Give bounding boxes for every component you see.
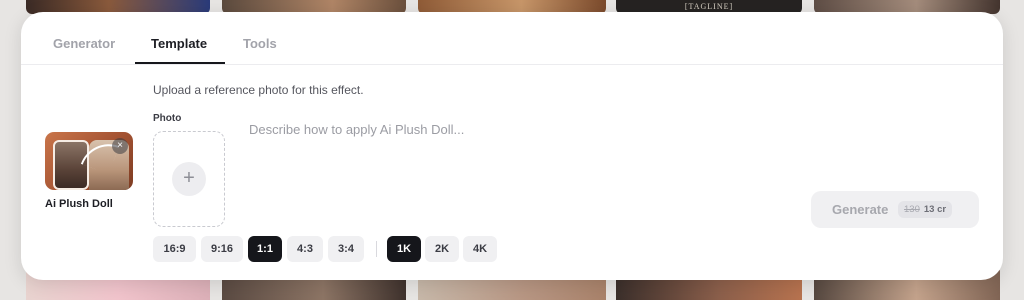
chip-divider (376, 241, 377, 257)
discounted-cost: 13 cr (923, 204, 947, 215)
generator-panel: Generator Template Tools Upload a refere… (21, 12, 1003, 280)
aspect-ratio-9-16[interactable]: 9:16 (201, 236, 243, 262)
aspect-ratio-1-1[interactable]: 1:1 (248, 236, 282, 262)
tagline-text: [TAGLINE] (684, 2, 734, 11)
active-tab-indicator (135, 62, 225, 64)
aspect-ratio-16-9[interactable]: 16:9 (153, 236, 196, 262)
generate-label: Generate (832, 202, 889, 217)
aspect-ratio-3-4[interactable]: 3:4 (328, 236, 364, 262)
tab-bar: Generator Template Tools (21, 12, 1003, 65)
original-cost: 130 (904, 204, 920, 215)
credit-cost-badge: 130 13 cr (898, 201, 953, 218)
tab-tools[interactable]: Tools (243, 36, 277, 51)
photo-label: Photo (153, 113, 182, 124)
upload-hint: Upload a reference photo for this effect… (153, 83, 364, 97)
photo-upload-dropzone[interactable]: + (153, 131, 225, 227)
close-icon[interactable]: × (112, 138, 128, 154)
resolution-2k[interactable]: 2K (425, 236, 459, 262)
prompt-input[interactable] (249, 122, 809, 182)
aspect-ratio-4-3[interactable]: 4:3 (287, 236, 323, 262)
tab-generator[interactable]: Generator (53, 36, 115, 51)
tab-template[interactable]: Template (151, 36, 207, 51)
template-name: Ai Plush Doll (45, 198, 113, 210)
resolution-1k[interactable]: 1K (387, 236, 421, 262)
generate-button[interactable]: Generate 130 13 cr (811, 191, 979, 228)
plus-icon[interactable]: + (172, 162, 206, 196)
resolution-4k[interactable]: 4K (463, 236, 497, 262)
